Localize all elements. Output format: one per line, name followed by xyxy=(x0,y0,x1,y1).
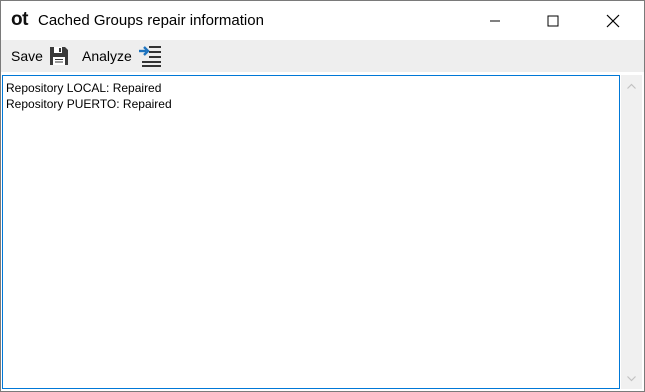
scroll-down-button[interactable] xyxy=(621,370,642,387)
close-icon xyxy=(606,14,620,27)
scroll-up-button[interactable] xyxy=(621,77,642,94)
close-button[interactable] xyxy=(584,1,642,40)
analyze-button[interactable]: Analyze xyxy=(78,43,162,69)
app-logo: ot xyxy=(11,9,28,30)
window-title: Cached Groups repair information xyxy=(38,12,264,29)
floppy-disk-icon xyxy=(49,46,69,66)
analyze-label: Analyze xyxy=(82,48,132,64)
output-line: Repository LOCAL: Repaired xyxy=(6,81,162,95)
save-label: Save xyxy=(11,48,43,64)
chevron-up-icon xyxy=(627,83,636,89)
maximize-button[interactable] xyxy=(524,1,582,40)
toolbar: Save Analyze xyxy=(1,40,644,72)
output-line: Repository PUERTO: Repaired xyxy=(6,97,172,111)
vertical-scrollbar[interactable] xyxy=(621,75,642,389)
title-bar[interactable]: ot Cached Groups repair information xyxy=(1,1,644,40)
repair-output-textbox[interactable]: Repository LOCAL: Repaired Repository PU… xyxy=(2,75,620,389)
maximize-icon xyxy=(547,15,559,26)
repair-info-window: ot Cached Groups repair information Save xyxy=(0,0,645,392)
save-button[interactable]: Save xyxy=(7,43,69,69)
minimize-button[interactable] xyxy=(466,1,524,40)
minimize-icon xyxy=(490,20,500,21)
chevron-down-icon xyxy=(627,375,636,381)
indent-list-icon xyxy=(138,45,162,67)
repair-output-text: Repository LOCAL: Repaired Repository PU… xyxy=(6,80,615,112)
